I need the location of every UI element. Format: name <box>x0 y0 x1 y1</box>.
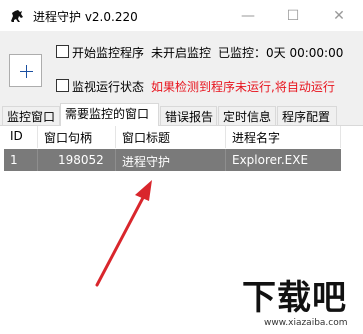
monitor-status: 未开启监控 <box>151 46 212 60</box>
maximize-icon: ☐ <box>286 7 300 24</box>
monitored-time: 已监控：0天 00:00:00 <box>218 46 344 60</box>
horse-app-icon <box>11 10 23 22</box>
watermark-url: www.xiazaiba.com <box>264 318 348 328</box>
tab-scheduled-info[interactable]: 定时信息 <box>218 106 276 125</box>
minimize-button[interactable]: — <box>225 0 271 31</box>
monitor-run-status-label[interactable]: 监视运行状态 <box>72 78 144 95</box>
window-title: 进程守护 v2.0.220 <box>33 10 138 24</box>
minimize-icon: — <box>241 7 255 24</box>
watermark-text: 下载吧 <box>242 278 347 318</box>
cell-id: 1 <box>4 149 38 171</box>
column-header-id[interactable]: ID <box>4 126 38 148</box>
tab-strip: 监控窗口 需要监控的窗口 错误报告 定时信息 程序配置 <box>0 103 363 126</box>
crosshair-icon <box>20 65 33 78</box>
cell-title: 进程守护 <box>116 149 226 171</box>
cell-handle: 198052 <box>38 149 116 171</box>
column-header-title[interactable]: 窗口标题 <box>116 126 226 148</box>
monitor-run-status-checkbox[interactable] <box>56 79 69 92</box>
auto-run-hint: 如果检测到程序未运行,将自动运行 <box>151 80 335 94</box>
cell-process: Explorer.EXE <box>232 153 309 167</box>
column-header-handle[interactable]: 窗口句柄 <box>38 126 116 148</box>
tab-windows-to-monitor[interactable]: 需要监控的窗口 <box>60 103 159 126</box>
maximize-button[interactable]: ☐ <box>270 0 316 31</box>
close-button[interactable]: ✕ <box>316 0 362 31</box>
title-bar: 进程守护 v2.0.220 — ☐ ✕ <box>0 0 363 31</box>
window-finder-target[interactable] <box>9 54 42 87</box>
tab-monitor-window[interactable]: 监控窗口 <box>2 106 60 125</box>
close-icon: ✕ <box>333 7 345 24</box>
tab-program-config[interactable]: 程序配置 <box>277 106 337 125</box>
start-monitor-label[interactable]: 开始监控程序 <box>72 44 144 61</box>
tab-error-report[interactable]: 错误报告 <box>160 106 217 125</box>
column-header-process[interactable]: 进程名字 <box>226 126 341 148</box>
start-monitor-checkbox[interactable] <box>56 45 69 58</box>
table-row[interactable]: 1 198052 进程守护 Explorer.EXE <box>4 149 341 171</box>
watermark-logo: 下载吧 www.xiazaiba.com <box>220 270 360 334</box>
